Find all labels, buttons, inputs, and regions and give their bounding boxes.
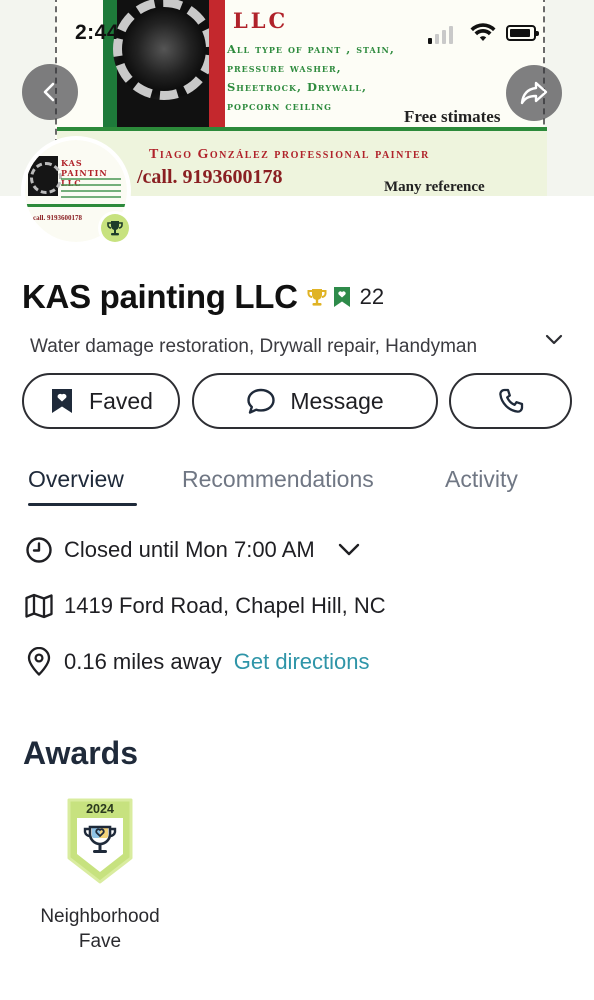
battery-icon bbox=[506, 25, 539, 41]
profile-tabs: Overview Recommendations Activity bbox=[0, 460, 594, 510]
trophy-icon bbox=[307, 289, 327, 306]
flyer-title: LLC bbox=[233, 8, 289, 33]
share-button[interactable] bbox=[506, 65, 562, 121]
business-title-row: KAS painting LLC 22 bbox=[22, 277, 384, 317]
hours-row[interactable]: Closed until Mon 7:00 AM bbox=[24, 535, 361, 565]
distance-text: 0.16 miles away bbox=[64, 649, 222, 674]
tab-activity[interactable]: Activity bbox=[445, 466, 518, 493]
location-pin-icon bbox=[27, 647, 51, 676]
bookmark-icon bbox=[52, 389, 73, 413]
neighborhood-fave-badge-icon: 2024 bbox=[67, 798, 133, 884]
faved-button[interactable]: Faved bbox=[22, 373, 180, 429]
back-button[interactable] bbox=[22, 64, 78, 120]
message-label: Message bbox=[290, 387, 384, 414]
business-categories: Water damage restoration, Drywall repair… bbox=[30, 336, 478, 357]
message-button[interactable]: Message bbox=[192, 373, 438, 429]
status-time: 2:44 bbox=[75, 21, 120, 44]
share-icon bbox=[520, 81, 548, 105]
award-year: 2024 bbox=[86, 802, 114, 816]
chevron-down-icon[interactable] bbox=[337, 542, 361, 558]
fave-count: 22 bbox=[359, 284, 385, 309]
active-tab-indicator bbox=[28, 503, 137, 506]
chat-bubble-icon bbox=[247, 388, 276, 414]
map-icon bbox=[25, 593, 53, 619]
chevron-down-icon[interactable] bbox=[544, 333, 564, 347]
flyer-many-reference: Many reference bbox=[384, 179, 485, 195]
faved-label: Faved bbox=[89, 387, 153, 414]
distance-row: 0.16 miles away Get directions bbox=[24, 647, 369, 677]
tab-overview[interactable]: Overview bbox=[28, 466, 124, 493]
flyer-free-estimates: Free stimates bbox=[404, 107, 501, 126]
award-badge bbox=[98, 211, 132, 245]
avatar-phone: call. 9193600178 bbox=[33, 214, 82, 222]
address-row[interactable]: 1419 Ford Road, Chapel Hill, NC bbox=[24, 591, 386, 621]
flyer-phone: /call. 9193600178 bbox=[137, 166, 283, 188]
bookmark-icon bbox=[333, 287, 350, 307]
cellular-signal-icon bbox=[428, 24, 453, 44]
awards-heading: Awards bbox=[23, 735, 139, 771]
address-text: 1419 Ford Road, Chapel Hill, NC bbox=[64, 593, 386, 618]
call-button[interactable] bbox=[449, 373, 572, 429]
flyer-logo bbox=[103, 0, 225, 130]
status-indicators bbox=[428, 22, 558, 48]
clock-icon bbox=[26, 537, 52, 563]
get-directions-link[interactable]: Get directions bbox=[234, 649, 370, 675]
trophy-icon bbox=[107, 221, 123, 236]
hours-text: Closed until Mon 7:00 AM bbox=[64, 537, 315, 562]
award-label: Neighborhood Fave bbox=[40, 906, 160, 952]
flyer-pro-line: Tiago González professional painter bbox=[149, 147, 430, 162]
business-name: KAS painting LLC bbox=[22, 278, 298, 315]
back-arrow-icon bbox=[43, 82, 55, 102]
flyer-services: All type of paint , stain, pressure wash… bbox=[227, 42, 395, 113]
phone-icon bbox=[498, 388, 523, 413]
wifi-icon bbox=[470, 23, 496, 41]
tab-recommendations[interactable]: Recommendations bbox=[182, 466, 374, 493]
